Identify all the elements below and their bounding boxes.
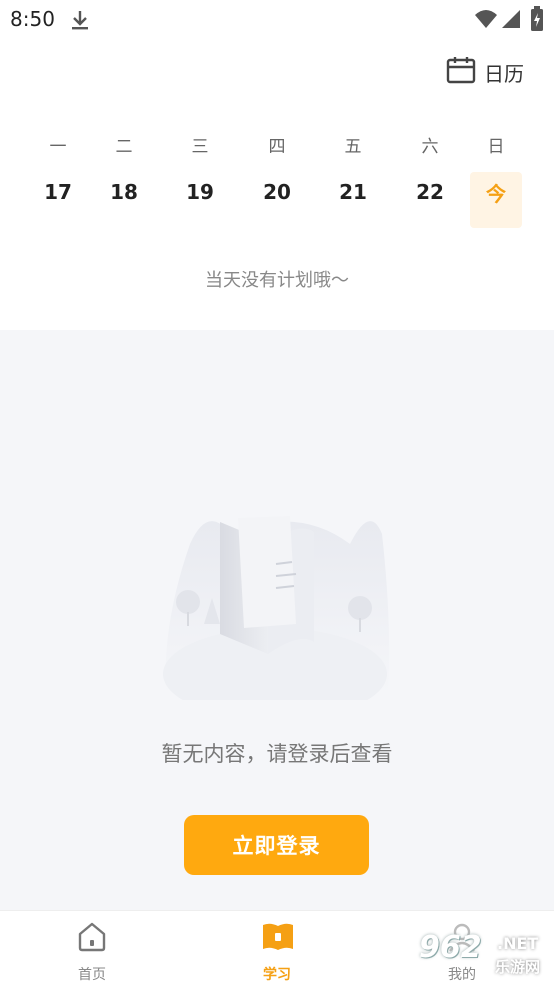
weekday-label: 四 (268, 137, 286, 157)
today-marker: 今 (486, 182, 506, 206)
wifi-icon (474, 8, 498, 34)
date-number: 18 (110, 180, 138, 204)
day-wed[interactable]: 三 19 (174, 126, 226, 230)
watermark-sub: 乐游网 (495, 958, 541, 976)
day-mon[interactable]: 一 17 (32, 126, 84, 230)
date-number: 17 (44, 180, 72, 204)
weekday-label: 一 (49, 137, 67, 157)
home-icon (76, 921, 108, 957)
day-sat[interactable]: 六 22 (404, 126, 456, 230)
weekday-label: 二 (115, 137, 133, 157)
tab-home[interactable]: 首页 (32, 911, 152, 985)
weekday-label: 五 (344, 137, 362, 157)
status-bar: 8:50 (0, 0, 554, 40)
watermark-logo: 962 .NET 乐游网 (415, 926, 550, 978)
download-icon (69, 8, 91, 36)
battery-icon (530, 6, 544, 36)
signal-icon (500, 8, 522, 34)
watermark-brand: 962 (419, 930, 482, 965)
tab-study[interactable]: 学习 (217, 911, 337, 985)
date-number: 21 (339, 180, 367, 204)
date-number: 19 (186, 180, 214, 204)
watermark-domain: .NET (497, 934, 539, 953)
calendar-icon (446, 56, 476, 88)
date-number: 22 (416, 180, 444, 204)
empty-book-illustration (160, 504, 394, 720)
status-time: 8:50 (10, 7, 55, 31)
empty-content-message: 暂无内容，请登录后查看 (161, 742, 393, 766)
no-plan-message: 当天没有计划哦～ (205, 270, 349, 291)
calendar-label: 日历 (484, 61, 524, 86)
day-sun-today[interactable]: 日 今 (470, 137, 522, 228)
weekday-label: 三 (191, 137, 209, 157)
date-number: 20 (263, 180, 291, 204)
day-tue[interactable]: 二 18 (98, 126, 150, 230)
week-strip: 一 17 二 18 三 19 四 20 五 21 六 22 日 今 (0, 126, 554, 236)
book-icon (261, 921, 295, 957)
calendar-button[interactable]: 日历 (446, 56, 524, 88)
day-fri[interactable]: 五 21 (327, 126, 379, 230)
login-button[interactable]: 立即登录 (184, 815, 369, 875)
day-thu[interactable]: 四 20 (251, 126, 303, 230)
tab-label: 学习 (263, 967, 291, 983)
weekday-label: 日 (487, 137, 505, 157)
tab-label: 首页 (78, 967, 106, 983)
weekday-label: 六 (421, 137, 439, 157)
